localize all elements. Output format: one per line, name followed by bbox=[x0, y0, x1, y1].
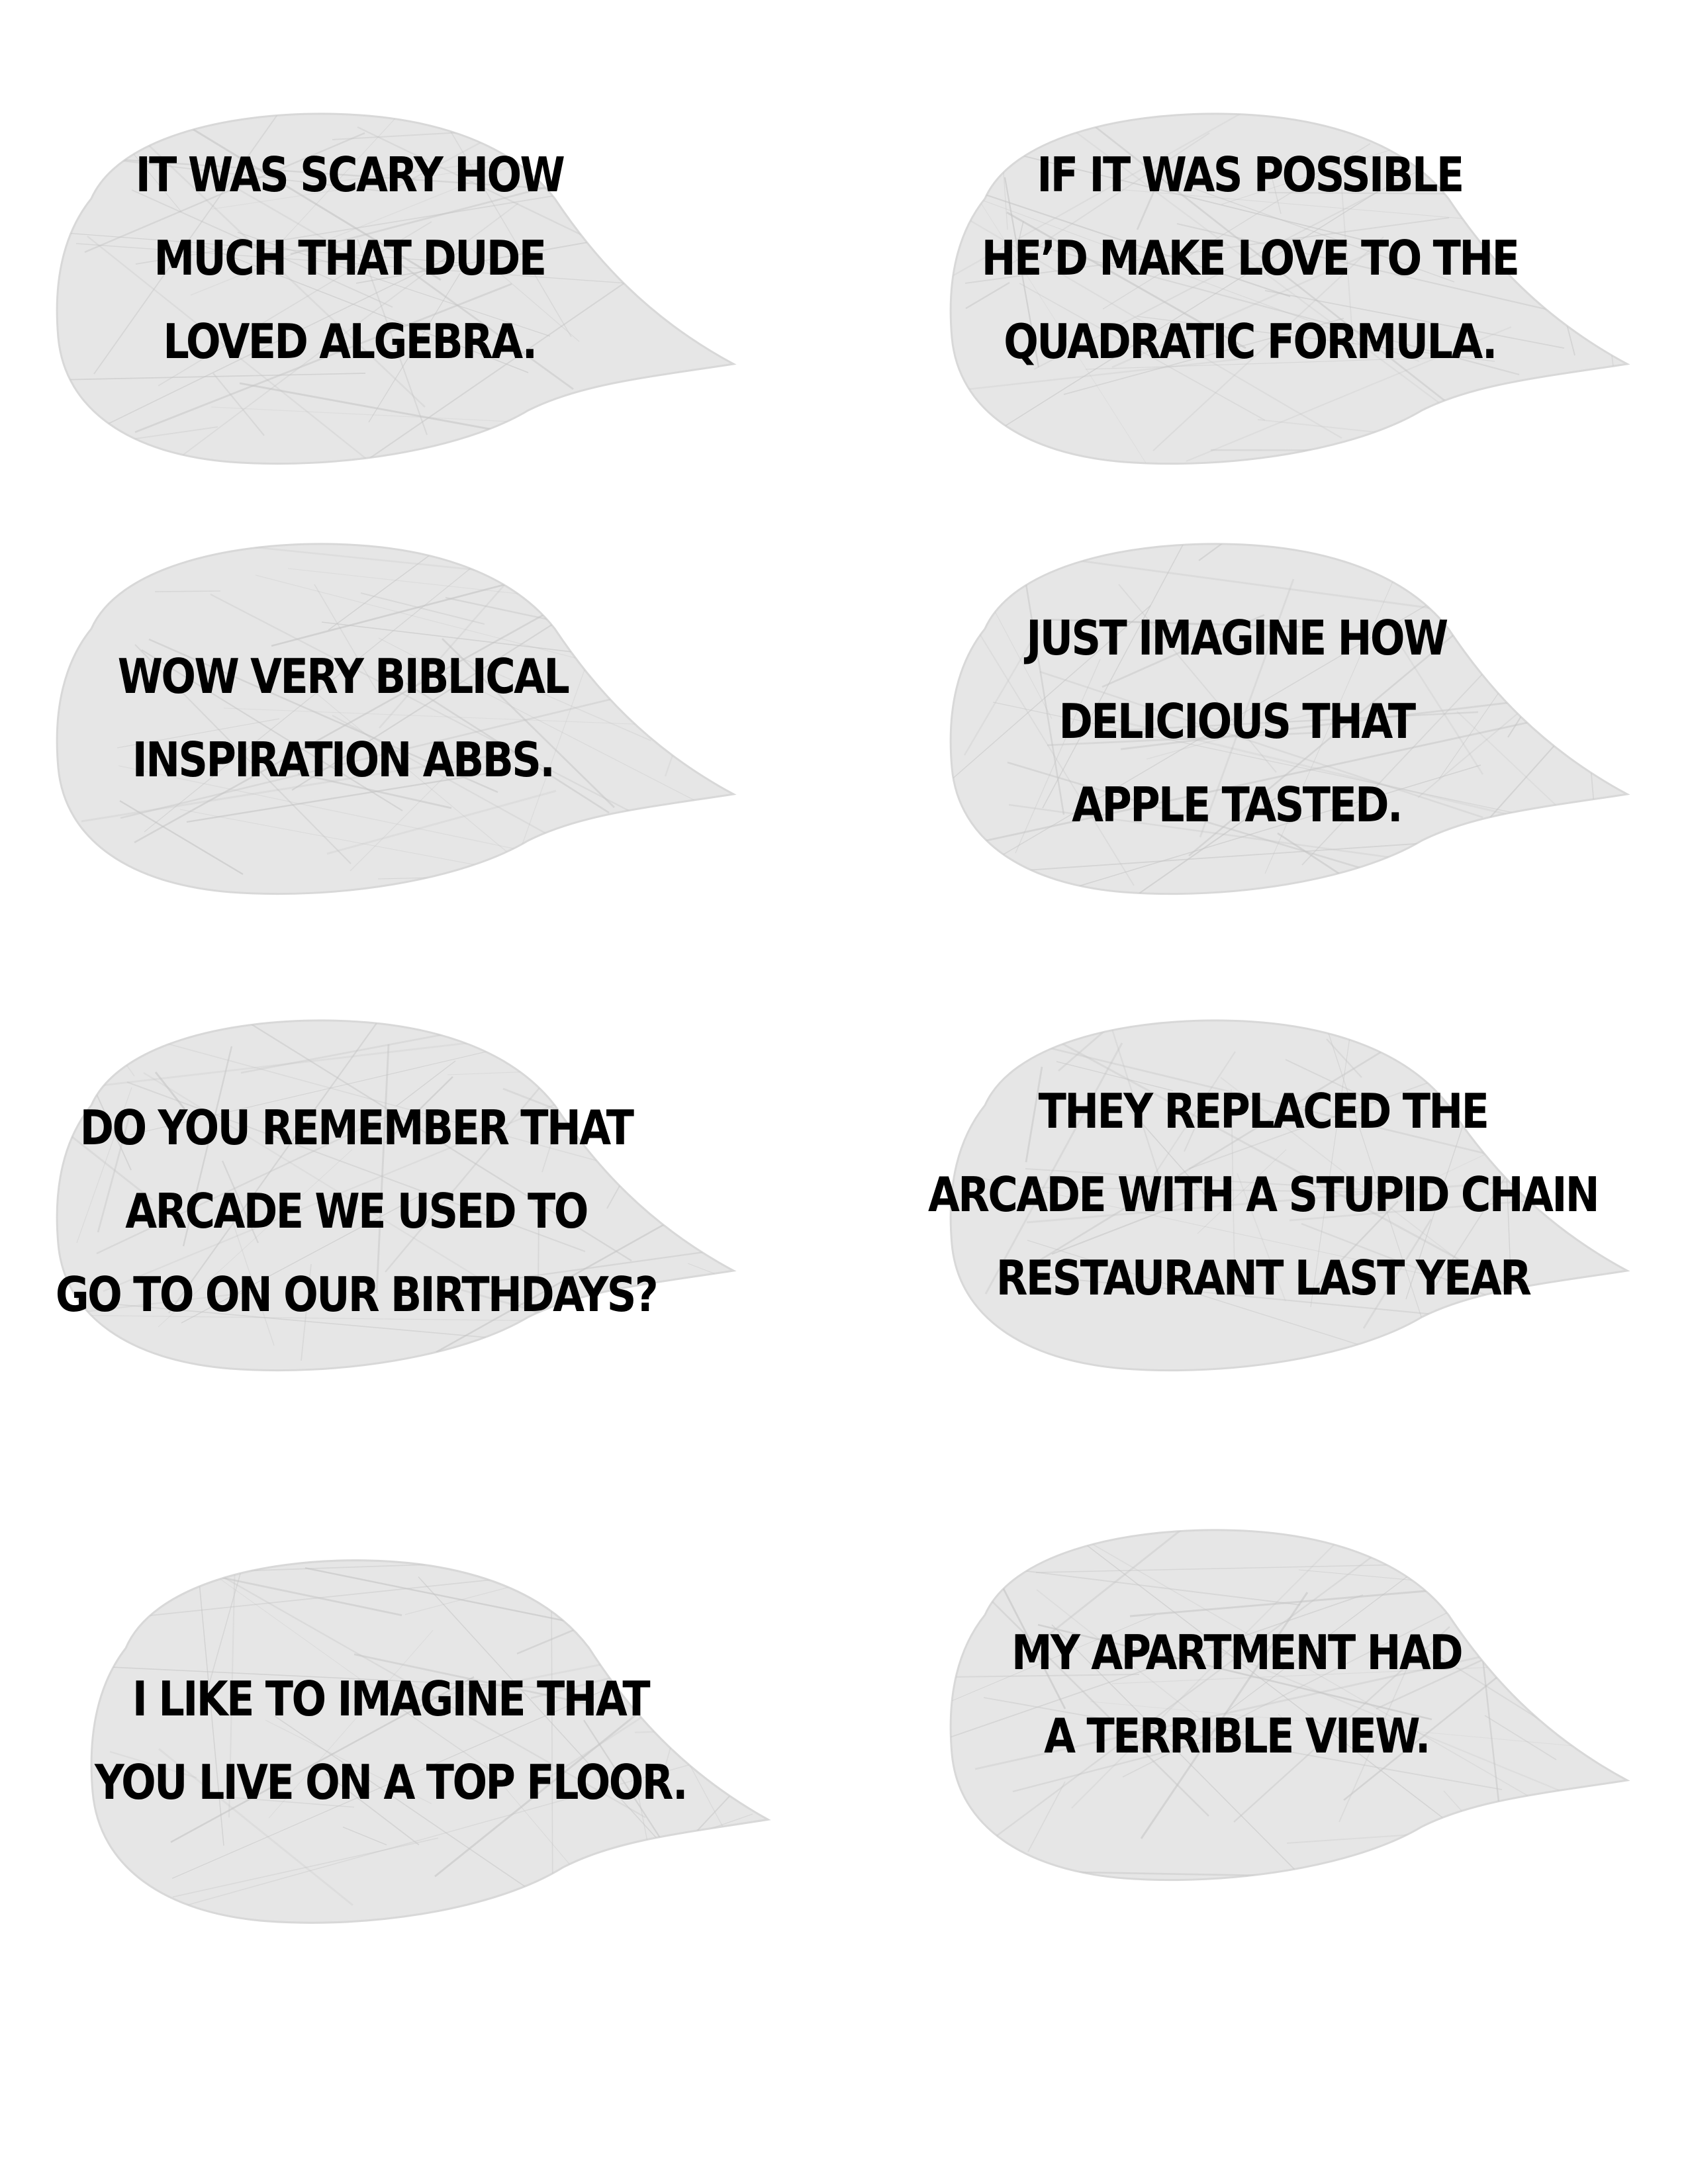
paper-speech-bubble: JUST IMAGINE HOW DELICIOUS THAT APPLE TA… bbox=[945, 529, 1640, 900]
bubble-line: WOW VERY BIBLICAL bbox=[117, 649, 570, 704]
bubble-line: HE’D MAKE LOVE TO THE bbox=[981, 230, 1520, 286]
bubble-line: THEY REPLACED THE bbox=[1038, 1083, 1489, 1139]
bubble-line: ARCADE WITH A STUPID CHAIN bbox=[927, 1167, 1600, 1222]
bubble-text: JUST IMAGINE HOW DELICIOUS THAT APPLE TA… bbox=[986, 596, 1487, 847]
paper-speech-bubble: DO YOU REMEMBER THAT ARCADE WE USED TO G… bbox=[52, 1006, 747, 1377]
bubble-line: APPLE TASTED. bbox=[1072, 777, 1403, 833]
bubble-line: ARCADE WE USED TO bbox=[125, 1183, 588, 1239]
bubble-line: YOU LIVE ON A TOP FLOOR. bbox=[95, 1754, 688, 1810]
bubble-text: MY APARTMENT HAD A TERRIBLE VIEW. bbox=[986, 1612, 1487, 1777]
bubble-line: DELICIOUS THAT bbox=[1058, 694, 1416, 749]
paper-speech-bubble: THEY REPLACED THE ARCADE WITH A STUPID C… bbox=[928, 1006, 1640, 1377]
bubble-text: DO YOU REMEMBER THAT ARCADE WE USED TO G… bbox=[56, 1085, 659, 1337]
bubble-text: IF IT WAS POSSIBLE HE’D MAKE LOVE TO THE… bbox=[982, 136, 1520, 381]
bubble-line: RESTAURANT LAST YEAR bbox=[996, 1250, 1532, 1306]
bubble-text: I LIKE TO IMAGINE THAT YOU LIVE ON A TOP… bbox=[95, 1658, 688, 1823]
bubble-line: MUCH THAT DUDE bbox=[154, 230, 547, 286]
bubble-line: IF IT WAS POSSIBLE bbox=[1037, 147, 1464, 203]
bubble-line: DO YOU REMEMBER THAT bbox=[79, 1100, 634, 1156]
bubble-line: GO TO ON OUR BIRTHDAYS? bbox=[55, 1267, 659, 1322]
bubble-line: A TERRIBLE VIEW. bbox=[1044, 1708, 1430, 1764]
paper-speech-bubble: WOW VERY BIBLICAL INSPIRATION ABBS. bbox=[52, 529, 747, 900]
bubble-line: IT WAS SCARY HOW bbox=[135, 147, 565, 203]
bubble-text: WOW VERY BIBLICAL INSPIRATION ABBS. bbox=[93, 635, 594, 801]
bubble-text: THEY REPLACED THE ARCADE WITH A STUPID C… bbox=[928, 1069, 1600, 1320]
paper-speech-bubble: MY APARTMENT HAD A TERRIBLE VIEW. bbox=[945, 1516, 1640, 1886]
bubble-line: I LIKE TO IMAGINE THAT bbox=[132, 1671, 651, 1727]
paper-speech-bubble: I LIKE TO IMAGINE THAT YOU LIVE ON A TOP… bbox=[86, 1545, 781, 1929]
paper-speech-bubble: IT WAS SCARY HOW MUCH THAT DUDE LOVED AL… bbox=[52, 99, 747, 470]
bubble-line: MY APARTMENT HAD bbox=[1011, 1625, 1464, 1680]
printable-sheet: IT WAS SCARY HOW MUCH THAT DUDE LOVED AL… bbox=[0, 0, 1688, 2184]
bubble-line: QUADRATIC FORMULA. bbox=[1004, 314, 1497, 369]
bubble-line: JUST IMAGINE HOW bbox=[1026, 610, 1448, 666]
bubble-line: INSPIRATION ABBS. bbox=[132, 732, 555, 788]
paper-speech-bubble: IF IT WAS POSSIBLE HE’D MAKE LOVE TO THE… bbox=[945, 99, 1640, 470]
bubble-text: IT WAS SCARY HOW MUCH THAT DUDE LOVED AL… bbox=[93, 136, 606, 381]
bubble-line: LOVED ALGEBRA. bbox=[163, 314, 538, 369]
